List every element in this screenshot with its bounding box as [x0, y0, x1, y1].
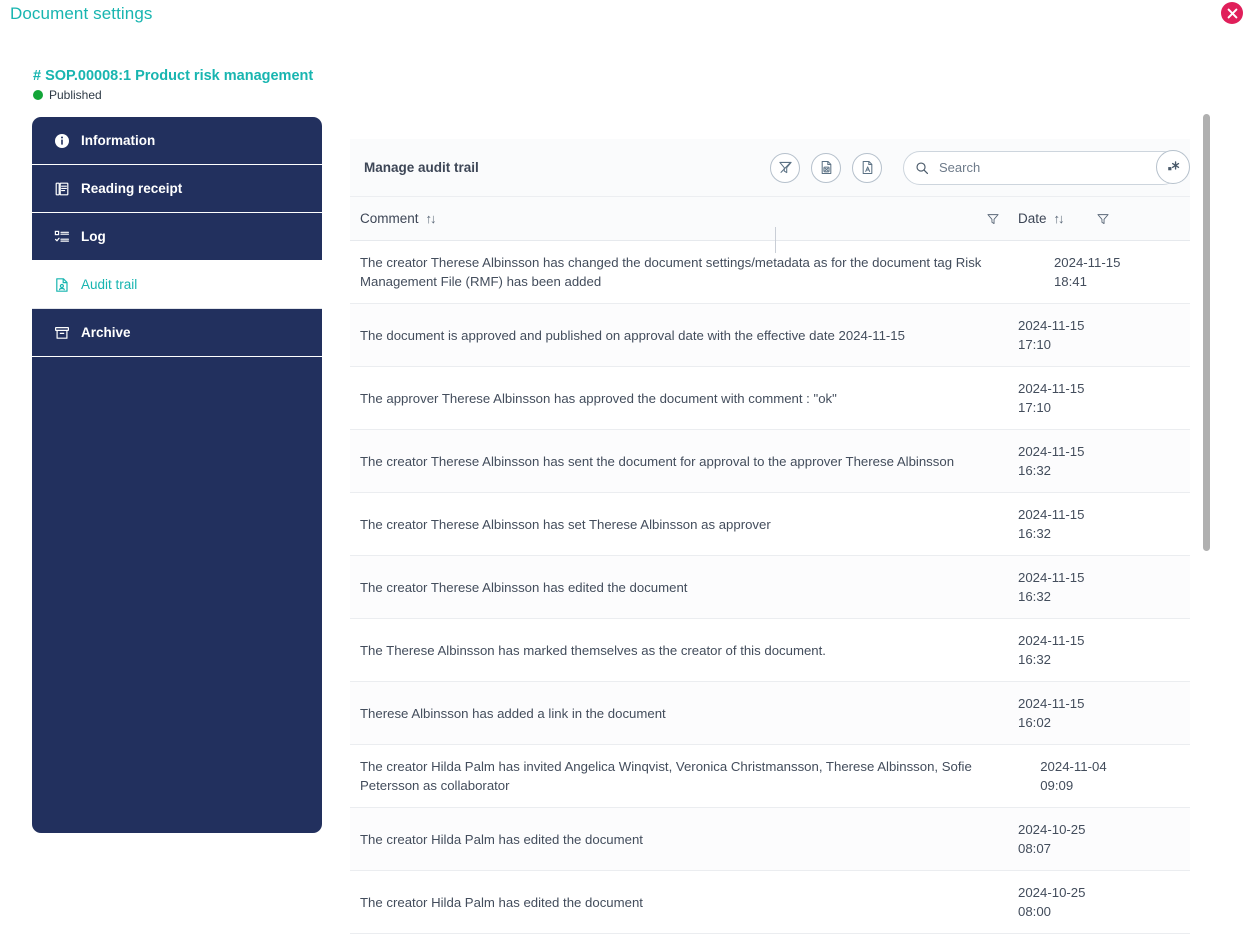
file-excel-icon: [821, 160, 831, 175]
table-row[interactable]: The creator Hilda Palm has invited Angel…: [350, 745, 1190, 808]
cell-date: 2024-10-25 08:07: [1018, 822, 1086, 856]
cell-date: 2024-11-15 16:32: [1018, 633, 1085, 667]
sidebar-item-archive[interactable]: Archive: [32, 309, 322, 357]
sort-toggle-comment[interactable]: ↑↓: [426, 211, 437, 226]
cell-date: 2024-11-15 17:10: [1018, 318, 1085, 352]
wildcard-search-button[interactable]: [1156, 149, 1190, 184]
cell-comment: Therese Albinsson has added a link in th…: [360, 705, 666, 721]
panel-title: Manage audit trail: [364, 160, 479, 175]
cell-date: 2024-11-04 09:09: [1040, 759, 1107, 793]
table-row[interactable]: The approver Therese Albinsson has appro…: [350, 367, 1190, 430]
table-row[interactable]: The creator Therese Albinsson has sent t…: [350, 430, 1190, 493]
sidebar-item-audit-trail[interactable]: Audit trail: [32, 261, 322, 309]
filter-button-date[interactable]: [1096, 212, 1110, 226]
scrollbar-thumb[interactable]: [1203, 114, 1210, 551]
sidebar-item-label: Reading receipt: [81, 181, 183, 196]
sidebar-item-label: Information: [81, 133, 156, 148]
cell-date: 2024-10-25 08:00: [1018, 885, 1086, 919]
status-label: Published: [49, 88, 102, 102]
search-input[interactable]: [937, 159, 1122, 176]
status-dot-icon: [33, 90, 43, 100]
column-label-date: Date: [1018, 211, 1047, 226]
panel-header: Manage audit trail: [350, 139, 1190, 197]
column-resize-handle[interactable]: [775, 227, 776, 253]
table-row[interactable]: The creator Hilda Palm has edited the do…: [350, 871, 1190, 934]
table-row[interactable]: The Therese Albinsson has marked themsel…: [350, 619, 1190, 682]
document-identity: # SOP.00008:1 Product risk management Pu…: [33, 68, 313, 102]
close-icon: [1227, 8, 1237, 18]
close-button[interactable]: [1221, 2, 1243, 24]
cell-comment: The creator Therese Albinsson has edited…: [360, 579, 688, 595]
cell-comment: The Therese Albinsson has marked themsel…: [360, 642, 826, 658]
sidebar-item-reading-receipt[interactable]: Reading receipt: [32, 165, 322, 213]
cell-comment: The approver Therese Albinsson has appro…: [360, 390, 837, 406]
archive-box-icon: [54, 325, 70, 341]
table-row[interactable]: The creator Therese Albinsson has set Th…: [350, 493, 1190, 556]
search-icon: [916, 161, 929, 174]
sidebar-item-label: Archive: [81, 325, 131, 340]
sidebar-item-log[interactable]: Log: [32, 213, 322, 261]
settings-sidebar: Information Reading receipt Log Audit trail…: [32, 117, 322, 833]
filter-button-comment[interactable]: [986, 212, 1000, 226]
table-header-row: Comment ↑↓ Date ↑↓: [350, 197, 1190, 241]
cell-comment: The creator Therese Albinsson has sent t…: [360, 453, 955, 469]
wildcard-icon: [1167, 161, 1179, 171]
file-pdf-icon: [862, 160, 872, 175]
cell-date: 2024-11-15 18:41: [1053, 255, 1121, 289]
audit-trail-rows: The creator Therese Albinsson has change…: [350, 227, 1190, 934]
cell-date: 2024-11-15 17:10: [1018, 381, 1085, 415]
audit-file-icon: [54, 277, 70, 293]
cell-date: 2024-11-15 16:32: [1018, 507, 1085, 541]
checklist-icon: [54, 229, 70, 245]
sidebar-item-label: Log: [81, 229, 106, 244]
cell-comment: The creator Therese Albinsson has set Th…: [360, 516, 771, 532]
sidebar-item-information[interactable]: Information: [32, 117, 322, 165]
document-status: Published: [33, 88, 313, 102]
cell-date: 2024-11-15 16:32: [1018, 444, 1085, 478]
document-code: # SOP.00008:1 Product risk management: [33, 68, 314, 84]
cell-date: 2024-11-15 16:32: [1018, 570, 1085, 604]
filter-off-icon: [778, 161, 792, 174]
cell-comment: The creator Hilda Palm has edited the do…: [360, 831, 643, 847]
table-row[interactable]: The document is approved and published o…: [350, 304, 1190, 367]
cell-comment: The creator Therese Albinsson has change…: [360, 255, 982, 289]
column-header-comment[interactable]: Comment ↑↓: [350, 211, 986, 226]
cell-comment: The document is approved and published o…: [360, 327, 905, 343]
table-row[interactable]: The creator Therese Albinsson has edited…: [350, 556, 1190, 619]
sidebar-item-label: Audit trail: [81, 277, 138, 292]
cell-date: 2024-11-15 16:02: [1018, 696, 1085, 730]
funnel-icon: [1096, 213, 1109, 224]
table-row[interactable]: The creator Therese Albinsson has change…: [350, 241, 1190, 304]
clear-filter-button[interactable]: [770, 152, 800, 183]
audit-trail-panel: Manage audit trail Search Comment ↑↓ Dat…: [350, 139, 1190, 934]
table-row[interactable]: Therese Albinsson has added a link in th…: [350, 682, 1190, 745]
book-icon: [54, 181, 70, 197]
sort-toggle-date[interactable]: ↑↓: [1054, 211, 1065, 226]
column-label-comment: Comment: [360, 211, 419, 226]
export-excel-button[interactable]: [811, 152, 841, 183]
export-pdf-button[interactable]: [852, 152, 882, 183]
cell-comment: The creator Hilda Palm has edited the do…: [360, 894, 643, 910]
cell-comment: The creator Hilda Palm has invited Angel…: [360, 759, 972, 793]
page-title: Document settings: [10, 4, 153, 23]
table-row[interactable]: The creator Hilda Palm has edited the do…: [350, 808, 1190, 871]
column-header-date[interactable]: Date ↑↓: [1014, 211, 1190, 226]
info-icon: [54, 133, 70, 149]
funnel-icon: [987, 213, 999, 224]
search-box[interactable]: [903, 149, 1190, 185]
